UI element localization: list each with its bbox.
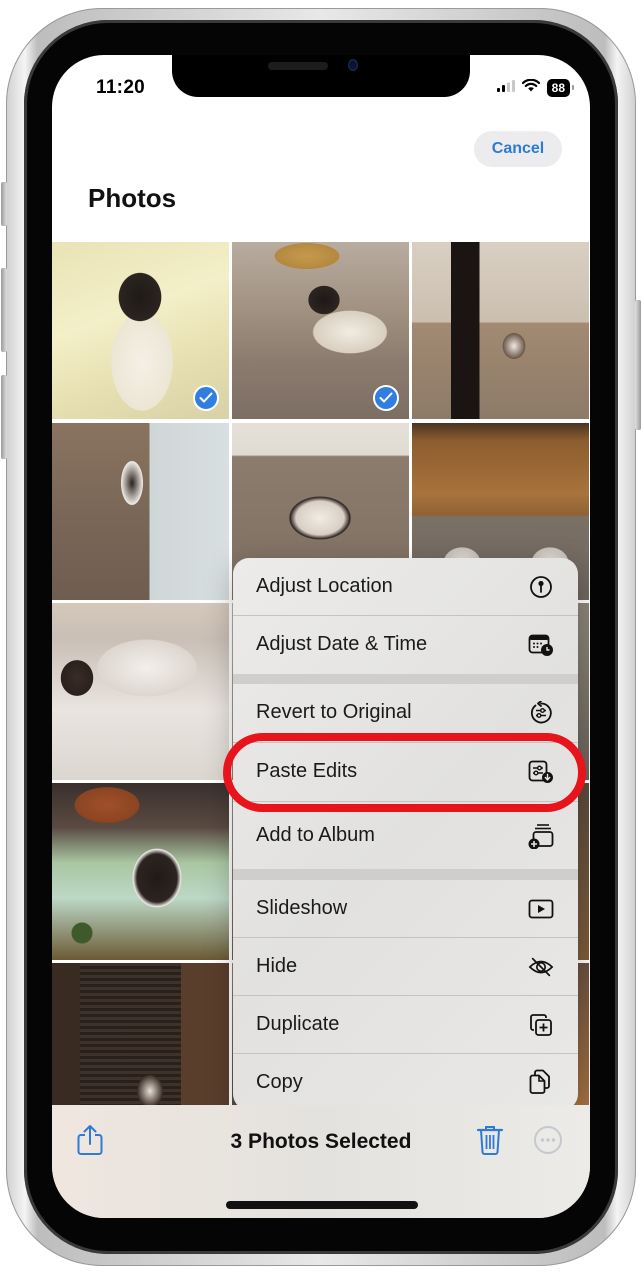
delete-button[interactable] xyxy=(474,1125,506,1159)
menu-item-label: Adjust Date & Time xyxy=(256,633,428,655)
cellular-signal-icon xyxy=(496,79,515,97)
status-indicators: 88 xyxy=(496,78,575,97)
add-to-album-icon xyxy=(528,823,554,849)
copy-icon xyxy=(528,1069,554,1095)
window-frame xyxy=(52,963,80,1105)
earpiece-speaker xyxy=(268,62,328,70)
wifi-icon xyxy=(521,78,540,97)
more-ellipsis-icon xyxy=(533,1125,563,1160)
menu-group-divider xyxy=(233,869,578,880)
bottom-toolbar: 3 Photos Selected xyxy=(52,1105,590,1218)
menu-item-label: Duplicate xyxy=(256,1013,340,1035)
menu-item-slideshow[interactable]: Slideshow xyxy=(233,880,578,937)
menu-item-label: Hide xyxy=(256,955,298,977)
menu-item-label: Revert to Original xyxy=(256,701,412,723)
menu-item-label: Slideshow xyxy=(256,897,348,919)
revert-sliders-icon xyxy=(528,700,554,726)
context-menu: Adjust Location Adjust Date & Time Rever… xyxy=(233,558,578,1110)
menu-item-adjust-location[interactable]: Adjust Location xyxy=(233,558,578,615)
more-button[interactable] xyxy=(532,1125,564,1159)
cancel-button[interactable]: Cancel xyxy=(474,131,562,167)
menu-item-hide[interactable]: Hide xyxy=(233,938,578,995)
menu-item-duplicate[interactable]: Duplicate xyxy=(233,996,578,1053)
location-pin-icon xyxy=(528,574,554,600)
battery-indicator: 88 xyxy=(546,79,575,97)
screen: 11:20 88 Cancel Photos Adjust Location A… xyxy=(52,55,590,1218)
selected-checkmark-icon xyxy=(193,385,219,411)
menu-item-copy[interactable]: Copy xyxy=(233,1054,578,1110)
front-camera xyxy=(348,59,358,71)
eye-slash-icon xyxy=(528,954,554,980)
trash-icon xyxy=(476,1124,504,1161)
photo-thumbnail[interactable] xyxy=(232,242,409,419)
play-icon xyxy=(528,896,554,922)
menu-item-label: Adjust Location xyxy=(256,575,393,597)
selected-checkmark-icon xyxy=(373,385,399,411)
photo-thumbnail[interactable] xyxy=(412,242,589,419)
calendar-clock-icon xyxy=(528,632,554,658)
window-frame xyxy=(181,963,229,1105)
photo-thumbnail[interactable] xyxy=(52,963,229,1105)
selection-count-label: 3 Photos Selected xyxy=(230,1130,412,1153)
paste-edits-highlight-annotation xyxy=(223,733,586,812)
photo-thumbnail[interactable] xyxy=(52,783,229,960)
menu-item-adjust-date-time[interactable]: Adjust Date & Time xyxy=(233,616,578,673)
menu-item-add-to-album[interactable]: Add to Album xyxy=(233,802,578,869)
menu-item-label: Copy xyxy=(256,1070,303,1093)
notch xyxy=(172,55,470,97)
photo-thumbnail[interactable] xyxy=(52,242,229,419)
photo-thumbnail[interactable] xyxy=(52,423,229,600)
status-time: 11:20 xyxy=(96,77,146,98)
page-title: Photos xyxy=(88,183,177,213)
duplicate-icon xyxy=(528,1012,554,1038)
menu-item-label: Add to Album xyxy=(256,824,375,846)
menu-group-divider xyxy=(233,674,578,684)
photo-thumbnail[interactable] xyxy=(52,603,229,780)
home-indicator[interactable] xyxy=(226,1201,418,1209)
